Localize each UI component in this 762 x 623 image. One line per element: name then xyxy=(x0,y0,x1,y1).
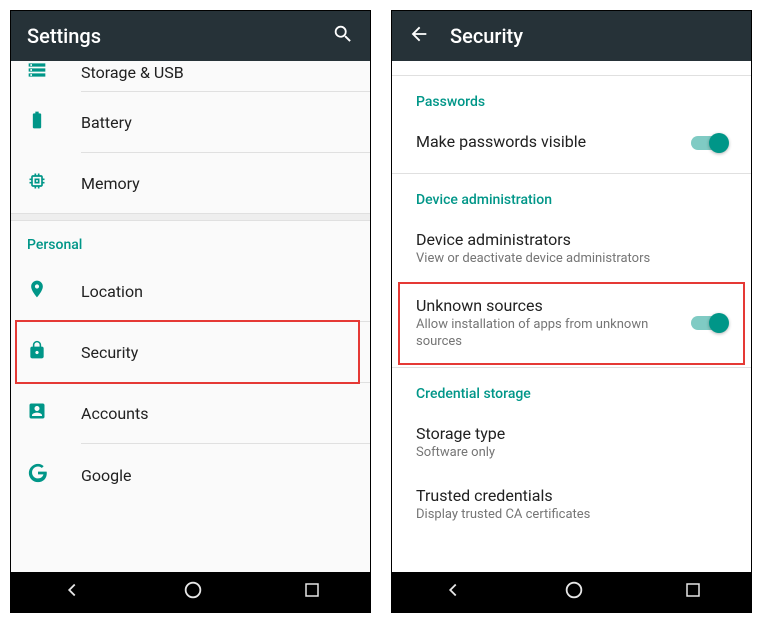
item-subtitle: View or deactivate device administrators xyxy=(416,251,727,268)
settings-item-label: Accounts xyxy=(81,404,148,423)
item-subtitle: Display trusted CA certificates xyxy=(416,507,727,524)
item-title: Make passwords visible xyxy=(416,132,679,151)
item-subtitle: Allow installation of apps from unknown … xyxy=(416,317,679,351)
header-security: Security xyxy=(392,11,751,61)
settings-item-battery[interactable]: Battery xyxy=(11,92,370,152)
toggle-passwords-visible[interactable] xyxy=(691,136,727,150)
location-icon xyxy=(27,279,47,303)
search-icon[interactable] xyxy=(332,23,354,49)
settings-item-google[interactable]: Google xyxy=(11,444,370,506)
page-title: Security xyxy=(450,24,523,48)
settings-item-security[interactable]: Security xyxy=(11,322,370,382)
storage-icon xyxy=(27,61,47,84)
item-title: Storage type xyxy=(416,424,727,443)
settings-item-memory[interactable]: Memory xyxy=(11,153,370,213)
settings-item-label: Location xyxy=(81,282,143,301)
section-header-passwords: Passwords xyxy=(392,76,751,120)
account-icon xyxy=(27,401,47,425)
nav-home-icon[interactable] xyxy=(563,579,585,605)
settings-item-label: Battery xyxy=(81,113,132,132)
section-header-device-admin: Device administration xyxy=(392,174,751,218)
toggle-unknown-sources[interactable] xyxy=(691,316,727,330)
nav-recent-icon[interactable] xyxy=(303,581,321,603)
item-title: Unknown sources xyxy=(416,296,679,315)
section-header-credential: Credential storage xyxy=(392,368,751,412)
nav-home-icon[interactable] xyxy=(182,579,204,605)
item-title: Device administrators xyxy=(416,230,727,249)
nav-recent-icon[interactable] xyxy=(684,581,702,603)
nav-bar xyxy=(392,572,751,612)
lock-icon xyxy=(27,340,47,364)
settings-item-label: Storage & USB xyxy=(81,63,184,82)
nav-bar xyxy=(11,572,370,612)
nav-back-icon[interactable] xyxy=(442,579,464,605)
settings-list[interactable]: Storage & USB Battery Memory Personal Lo… xyxy=(11,61,370,574)
phone-security: Security Passwords Make passwords visibl… xyxy=(391,10,752,613)
item-subtitle: Software only xyxy=(416,445,727,462)
section-header-personal: Personal xyxy=(11,221,370,261)
security-list[interactable]: Passwords Make passwords visible Device … xyxy=(392,61,751,574)
item-make-passwords-visible[interactable]: Make passwords visible xyxy=(392,120,751,165)
settings-item-location[interactable]: Location xyxy=(11,261,370,321)
memory-icon xyxy=(27,171,47,195)
back-icon[interactable] xyxy=(408,23,430,49)
item-storage-type[interactable]: Storage type Software only xyxy=(392,412,751,474)
item-title: Trusted credentials xyxy=(416,486,727,505)
settings-item-label: Security xyxy=(81,343,138,362)
nav-back-icon[interactable] xyxy=(61,579,83,605)
header-settings: Settings xyxy=(11,11,370,61)
page-title: Settings xyxy=(27,24,101,48)
battery-icon xyxy=(27,110,47,134)
phone-settings: Settings Storage & USB Battery Memory Pe… xyxy=(10,10,371,613)
settings-item-label: Memory xyxy=(81,174,140,193)
item-unknown-sources[interactable]: Unknown sources Allow installation of ap… xyxy=(392,280,751,367)
item-device-administrators[interactable]: Device administrators View or deactivate… xyxy=(392,218,751,280)
google-icon xyxy=(27,462,49,488)
settings-item-label: Google xyxy=(81,466,132,485)
settings-item-accounts[interactable]: Accounts xyxy=(11,383,370,443)
settings-item-storage[interactable]: Storage & USB xyxy=(11,61,370,91)
item-trusted-credentials[interactable]: Trusted credentials Display trusted CA c… xyxy=(392,474,751,536)
